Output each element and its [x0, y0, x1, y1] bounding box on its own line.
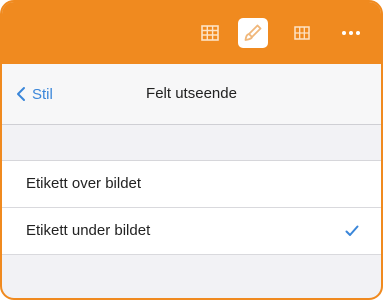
table-icon [201, 25, 219, 41]
grid-button[interactable] [287, 18, 317, 48]
option-label-above[interactable]: Etikett over bildet [2, 161, 381, 207]
label-position-list: Etikett over bildet Etikett under bildet [2, 161, 381, 255]
toolbar [2, 2, 381, 64]
app-window: Stil Felt utseende Etikett over bildet E… [0, 0, 383, 300]
section-spacer [2, 125, 381, 161]
paintbrush-icon [244, 24, 262, 41]
style-button[interactable] [238, 18, 268, 48]
navigation-bar: Stil Felt utseende [2, 64, 381, 125]
grid-icon [294, 26, 310, 40]
option-label-below[interactable]: Etikett under bildet [2, 207, 381, 255]
option-label: Etikett under bildet [26, 222, 151, 239]
checkmark-icon [345, 208, 359, 254]
more-button[interactable] [336, 18, 366, 48]
option-label: Etikett over bildet [26, 175, 142, 192]
page-title: Felt utseende [146, 85, 237, 102]
table-button[interactable] [195, 18, 225, 48]
more-icon [342, 31, 360, 35]
